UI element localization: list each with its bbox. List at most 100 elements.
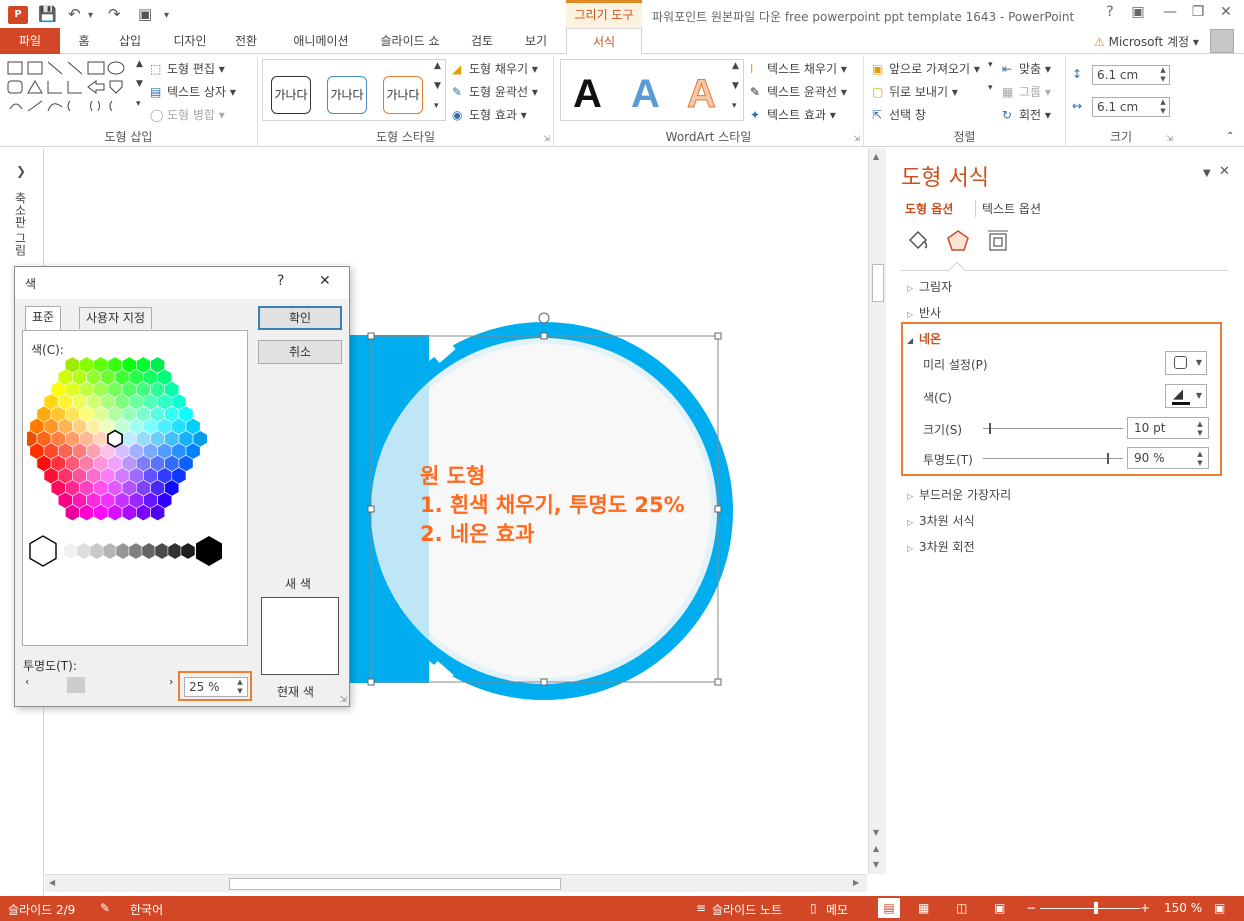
gray-hex-swatch[interactable] <box>128 542 144 560</box>
slider-right-arrow-icon[interactable]: › <box>169 675 173 688</box>
thumbnails-label[interactable]: 축소판 그림 <box>12 192 29 256</box>
glow-transparency-input[interactable]: 90 % ▲ ▼ <box>1127 447 1209 469</box>
gallery-more-icon[interactable]: ▾ <box>136 99 141 109</box>
dialog-titlebar[interactable]: 색 ? ✕ <box>15 267 349 299</box>
transparency-spinner-icon[interactable]: ▲ ▼ <box>235 678 245 696</box>
pane-close-icon[interactable]: ✕ <box>1219 164 1230 179</box>
wordart-gallery-more-icon[interactable]: ▾ <box>732 101 737 111</box>
gray-hex-swatch[interactable] <box>141 542 157 560</box>
glow-transparency-spinner-icon[interactable]: ▲ ▼ <box>1195 450 1205 468</box>
transparency-track[interactable] <box>41 677 163 693</box>
glow-size-input[interactable]: 10 pt ▲ ▼ <box>1127 417 1209 439</box>
avatar[interactable] <box>1210 29 1234 53</box>
scroll-right-icon[interactable]: ▶ <box>853 878 859 887</box>
account-menu[interactable]: ⚠ Microsoft 계정 ▾ <box>1094 33 1199 50</box>
wordart-style-orange-outline[interactable]: A <box>687 72 717 117</box>
gray-hex-swatch[interactable] <box>76 542 92 560</box>
help-icon[interactable]: ? <box>1098 4 1122 20</box>
glow-presets-dropdown[interactable]: ▼ <box>1165 351 1207 375</box>
slideshow-view-icon[interactable]: ▣ <box>994 901 1005 915</box>
merge-shapes-button[interactable]: ◯ 도형 병합 ▾ <box>150 106 225 123</box>
glow-size-slider[interactable] <box>983 423 1123 434</box>
glow-color-dropdown[interactable]: ◢ ▼ <box>1165 384 1207 408</box>
cancel-button[interactable]: 취소 <box>258 340 342 364</box>
text-effects-button[interactable]: ✦ 텍스트 효과 ▾ <box>750 106 836 123</box>
gray-hex-swatch[interactable] <box>89 542 105 560</box>
undo-dropdown-icon[interactable]: ▾ <box>88 10 93 21</box>
section-3d-rotation[interactable]: ▷ 3차원 회전 <box>907 538 975 555</box>
zoom-slider-knob[interactable] <box>1094 902 1098 914</box>
horizontal-scrollbar[interactable]: ◀ ▶ <box>45 874 867 892</box>
tab-design[interactable]: 디자인 <box>162 28 218 54</box>
shape-effects-button[interactable]: ◉ 도형 효과 ▾ <box>452 106 527 123</box>
size-properties-icon[interactable] <box>985 228 1011 254</box>
align-button[interactable]: ⇤ 맞춤 ▾ <box>1002 60 1051 77</box>
glow-size-spinner-icon[interactable]: ▲ ▼ <box>1195 420 1205 438</box>
group-button[interactable]: ▦ 그룹 ▾ <box>1002 83 1051 100</box>
section-reflection[interactable]: ▷ 반사 <box>907 304 941 321</box>
shape-gallery[interactable] <box>6 59 136 121</box>
white-hex-swatch[interactable] <box>29 535 57 567</box>
send-backward-more-icon[interactable]: ▾ <box>988 83 993 93</box>
rotate-button[interactable]: ↻ 회전 ▾ <box>1002 106 1051 123</box>
shape-width-input[interactable]: 6.1 cm ▲ ▼ <box>1092 97 1170 117</box>
zoom-level[interactable]: 150 % <box>1164 901 1202 915</box>
redo-icon[interactable]: ↷ <box>108 5 121 23</box>
wordart-gallery-up-icon[interactable]: ▲ <box>732 61 739 71</box>
scroll-up-icon[interactable]: ▲ <box>873 152 879 161</box>
text-fill-button[interactable]: ا 텍스트 채우기 ▾ <box>750 60 847 77</box>
scroll-left-icon[interactable]: ◀ <box>49 878 55 887</box>
vertical-scrollbar[interactable]: ▲ ▼ ▲ ▼ <box>868 148 886 874</box>
glow-transparency-slider[interactable] <box>983 453 1123 464</box>
wordart-launcher-icon[interactable]: ⇲ <box>853 134 860 143</box>
tab-transitions[interactable]: 전환 <box>224 28 268 54</box>
tab-standard[interactable]: 표준 <box>25 306 62 330</box>
shape-fill-button[interactable]: ◢ 도형 채우기 ▾ <box>452 60 538 77</box>
next-slide-icon[interactable]: ▼ <box>873 860 879 869</box>
slider-left-arrow-icon[interactable]: ‹ <box>25 675 29 688</box>
dialog-close-icon[interactable]: ✕ <box>319 273 331 289</box>
glow-transparency-slider-knob[interactable] <box>1107 453 1109 464</box>
start-slideshow-icon[interactable]: ▣ <box>138 5 152 23</box>
style-preset-2[interactable]: 가나다 <box>327 76 367 114</box>
gray-hex-swatch[interactable] <box>63 542 79 560</box>
undo-icon[interactable]: ↶ <box>68 5 81 23</box>
normal-view-icon[interactable]: ▤ <box>878 898 900 918</box>
section-3d-format[interactable]: ▷ 3차원 서식 <box>907 512 975 529</box>
minimize-icon[interactable]: — <box>1158 4 1182 20</box>
style-gallery-down-icon[interactable]: ▼ <box>434 81 441 91</box>
gray-hex-swatch[interactable] <box>102 542 118 560</box>
style-preset-3[interactable]: 가나다 <box>383 76 423 114</box>
color-honeycomb[interactable] <box>27 355 227 575</box>
black-hex-swatch[interactable] <box>196 536 222 566</box>
horizontal-scroll-thumb[interactable] <box>229 878 561 890</box>
collapse-ribbon-icon[interactable]: ⌃ <box>1226 131 1234 142</box>
tab-insert[interactable]: 삽입 <box>108 28 152 54</box>
gallery-scroll-up-icon[interactable]: ▲ <box>136 59 143 69</box>
language-indicator[interactable]: 한국어 <box>130 901 163 918</box>
fit-to-window-icon[interactable]: ▣ <box>1214 901 1225 915</box>
tab-view[interactable]: 보기 <box>514 28 558 54</box>
transparency-input[interactable]: 25 % ▲ ▼ <box>184 677 248 697</box>
transparency-slider[interactable]: ‹ › <box>23 675 179 695</box>
gray-hex-swatch[interactable] <box>154 542 170 560</box>
restore-icon[interactable]: ❐ <box>1186 4 1210 20</box>
notes-button[interactable]: 슬라이드 노트 <box>712 901 782 918</box>
gallery-scroll-down-icon[interactable]: ▼ <box>136 79 143 89</box>
text-outline-button[interactable]: ✎ 텍스트 윤곽선 ▾ <box>750 83 847 100</box>
expand-thumbnails-icon[interactable]: ❯ <box>16 164 26 178</box>
zoom-in-icon[interactable]: + <box>1140 901 1150 915</box>
shape-styles-launcher-icon[interactable]: ⇲ <box>543 134 550 143</box>
fill-line-icon[interactable] <box>905 228 931 254</box>
reading-view-icon[interactable]: ◫ <box>956 901 967 915</box>
wordart-style-blue[interactable]: A <box>631 72 660 117</box>
wordart-gallery[interactable]: A A A <box>560 59 744 121</box>
tab-text-options[interactable]: 텍스트 옵션 <box>975 200 1041 217</box>
shape-outline-button[interactable]: ✎ 도형 윤곽선 ▾ <box>452 83 538 100</box>
style-gallery-more-icon[interactable]: ▾ <box>434 101 439 111</box>
effects-pentagon-icon[interactable] <box>945 228 971 254</box>
spelling-check-icon[interactable]: ✎ <box>100 901 110 915</box>
customize-qat-icon[interactable]: ▾ <box>164 10 169 21</box>
close-icon[interactable]: ✕ <box>1214 4 1238 20</box>
ok-button[interactable]: 확인 <box>258 306 342 330</box>
